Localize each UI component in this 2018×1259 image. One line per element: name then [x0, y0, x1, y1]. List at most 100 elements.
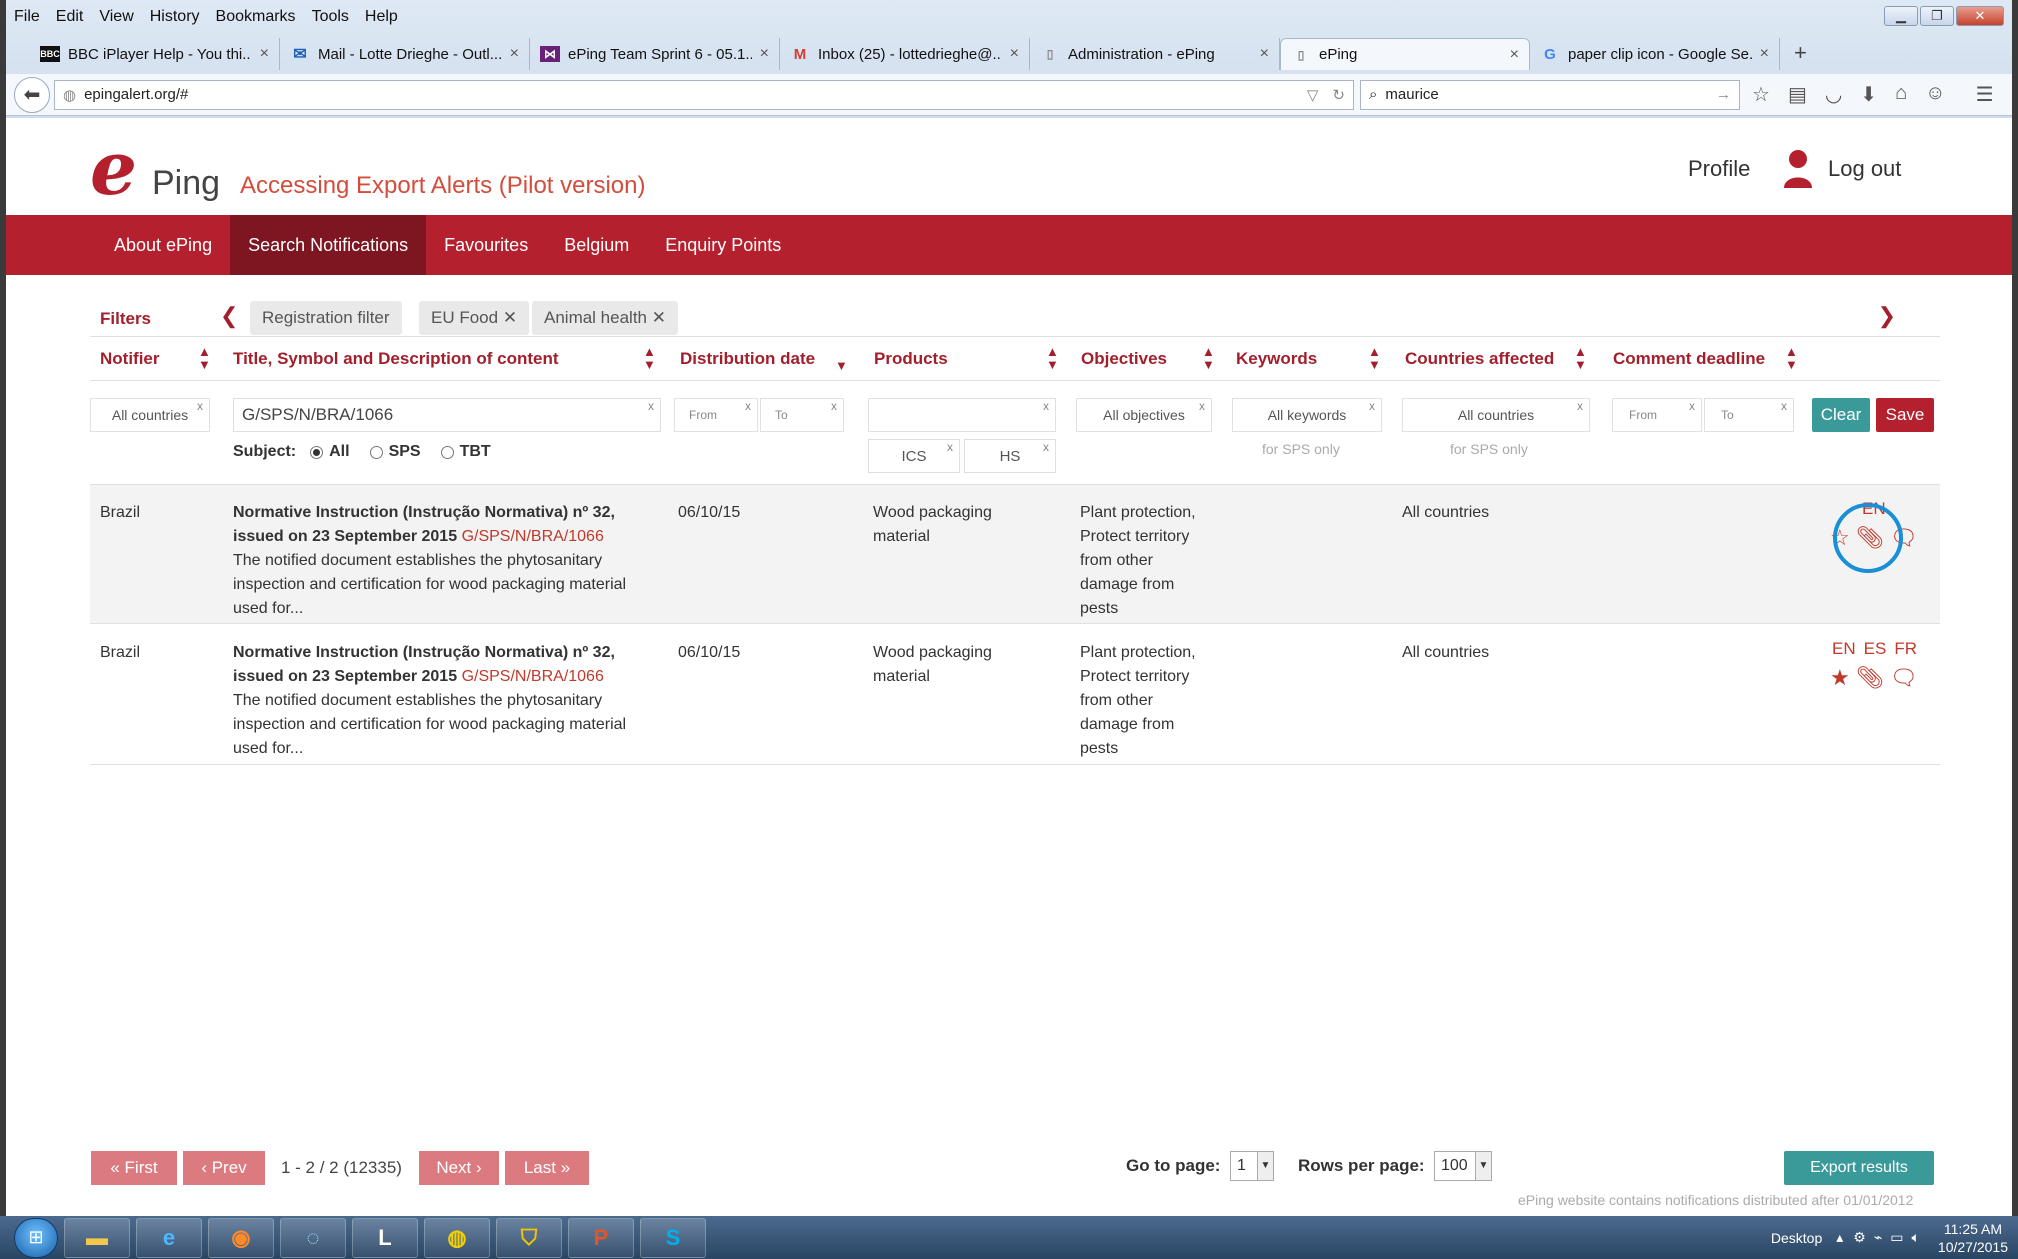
chevron-right-icon[interactable]: ❯ — [1878, 303, 1896, 329]
menu-view[interactable]: View — [99, 8, 133, 26]
keywords-filter[interactable]: All keywords x — [1232, 398, 1382, 432]
filter-chip-eu-food[interactable]: EU Food ✕ — [419, 301, 530, 335]
clear-icon[interactable]: x — [648, 399, 654, 413]
goto-page-select[interactable]: 1 ▼ — [1230, 1151, 1274, 1181]
power-icon[interactable]: ⌁ — [1874, 1229, 1882, 1246]
prev-page-button[interactable]: ‹ Prev — [183, 1151, 265, 1185]
desktop-toolbar[interactable]: Desktop — [1771, 1230, 1822, 1246]
clear-icon[interactable]: x — [1043, 399, 1049, 413]
display-icon[interactable]: ▭ — [1890, 1229, 1903, 1246]
date-from-input[interactable]: From x — [674, 398, 758, 432]
internet-explorer-icon[interactable]: e — [136, 1217, 202, 1258]
volume-icon[interactable]: 🔈︎ — [1912, 1229, 1920, 1246]
chevron-left-icon[interactable]: ❮ — [220, 303, 238, 329]
nav-about[interactable]: About ePing — [96, 215, 230, 275]
clear-icon[interactable]: x — [1369, 399, 1375, 413]
firefox-icon[interactable]: ◉ — [208, 1217, 274, 1258]
comment-icon[interactable]: 🗨︎ — [1890, 665, 1918, 691]
chevron-up-icon[interactable]: ▴ — [1836, 1229, 1843, 1246]
notification-symbol[interactable]: G/SPS/N/BRA/1066 — [462, 668, 604, 685]
security-shield-icon[interactable]: ⛉ — [496, 1217, 562, 1258]
table-row[interactable]: Brazil Normative Instruction (Instrução … — [90, 484, 1940, 624]
favourite-star-filled-icon[interactable]: ★ — [1830, 665, 1850, 691]
col-countries-affected[interactable]: Countries affected — [1405, 349, 1554, 369]
clear-icon[interactable]: x — [1577, 399, 1583, 413]
dropdown-icon[interactable]: ▽ — [1307, 86, 1319, 104]
objectives-filter[interactable]: All objectives x — [1076, 398, 1212, 432]
products-filter[interactable]: x — [868, 398, 1056, 432]
col-notifier[interactable]: Notifier — [100, 349, 160, 369]
sort-icon[interactable]: ▲ ▼ — [1202, 345, 1215, 371]
col-keywords[interactable]: Keywords — [1236, 349, 1317, 369]
logout-link[interactable]: Log out — [1828, 156, 1901, 182]
clear-icon[interactable]: x — [831, 399, 837, 413]
language-fr-link[interactable]: FR — [1894, 639, 1917, 659]
browser-tab-admin[interactable]: ▯ Administration - ePing × — [1030, 38, 1280, 70]
browser-tab-inbox[interactable]: M Inbox (25) - lottedrieghe@... × — [780, 38, 1030, 70]
chat-icon[interactable]: ☺ — [1925, 82, 1945, 107]
nav-belgium[interactable]: Belgium — [546, 215, 647, 275]
sort-desc-icon[interactable]: ▼ — [835, 359, 848, 372]
deadline-to-input[interactable]: To x — [1704, 398, 1794, 432]
first-page-button[interactable]: « First — [91, 1151, 177, 1185]
nav-favourites[interactable]: Favourites — [426, 215, 546, 275]
close-window-button[interactable]: ✕ — [1956, 6, 2004, 26]
subject-tbt-radio[interactable] — [440, 445, 454, 459]
pocket-icon[interactable]: ◡ — [1825, 82, 1842, 107]
start-button[interactable]: ⊞ — [14, 1217, 58, 1258]
notification-symbol[interactable]: G/SPS/N/BRA/1066 — [462, 528, 604, 545]
clear-icon[interactable]: x — [745, 399, 751, 413]
tab-close-icon[interactable]: × — [1510, 46, 1519, 64]
reload-icon[interactable]: ↻ — [1332, 86, 1345, 104]
col-distribution-date[interactable]: Distribution date — [680, 349, 815, 369]
clear-icon[interactable]: x — [947, 440, 953, 454]
browser-tab-google[interactable]: G paper clip icon - Google Se... × — [1530, 38, 1780, 70]
language-en-link[interactable]: EN — [1832, 639, 1856, 659]
sort-icon[interactable]: ▲ ▼ — [643, 345, 656, 371]
sort-icon[interactable]: ▲ ▼ — [1574, 345, 1587, 371]
browser-tab-eping[interactable]: ▯ ePing × — [1280, 38, 1530, 70]
rows-per-page-select[interactable]: 100 ▼ — [1434, 1151, 1492, 1181]
table-row[interactable]: Brazil Normative Instruction (Instrução … — [90, 625, 1940, 765]
remove-chip-icon[interactable]: ✕ — [503, 308, 517, 327]
tab-close-icon[interactable]: × — [510, 45, 519, 63]
nav-enquiry-points[interactable]: Enquiry Points — [647, 215, 799, 275]
clear-button[interactable]: Clear — [1812, 398, 1870, 432]
hs-filter[interactable]: HS x — [964, 439, 1056, 473]
menu-bookmarks[interactable]: Bookmarks — [216, 8, 296, 26]
tab-close-icon[interactable]: × — [1010, 45, 1019, 63]
menu-help[interactable]: Help — [365, 8, 398, 26]
url-bar[interactable]: ◍ epingalert.org/# ▽ ↻ — [54, 79, 1354, 110]
col-objectives[interactable]: Objectives — [1081, 349, 1167, 369]
network-icon[interactable]: ⚙ — [1853, 1229, 1866, 1246]
download-icon[interactable]: ⬇ — [1860, 82, 1877, 107]
filter-chip-animal-health[interactable]: Animal health ✕ — [532, 301, 678, 335]
clear-icon[interactable]: x — [1781, 399, 1787, 413]
restore-button[interactable]: ❐ — [1920, 6, 1954, 26]
powerpoint-icon[interactable]: P — [568, 1217, 634, 1258]
menu-edit[interactable]: Edit — [56, 8, 84, 26]
save-button[interactable]: Save — [1876, 398, 1934, 432]
eping-logo[interactable]: e Ping — [90, 126, 230, 212]
col-products[interactable]: Products — [874, 349, 948, 369]
notifier-filter[interactable]: All countries x — [90, 398, 210, 432]
clear-icon[interactable]: x — [197, 399, 203, 413]
remove-chip-icon[interactable]: ✕ — [652, 308, 666, 327]
tab-close-icon[interactable]: × — [260, 45, 269, 63]
clock[interactable]: 11:25 AM 10/27/2015 — [1938, 1220, 2008, 1256]
file-explorer-icon[interactable]: ▬ — [64, 1217, 130, 1258]
deadline-from-input[interactable]: From x — [1612, 398, 1702, 432]
go-arrow-icon[interactable]: → — [1716, 86, 1731, 103]
browser-tab-mail[interactable]: ✉ Mail - Lotte Drieghe - Outl... × — [280, 38, 530, 70]
subject-sps-radio[interactable] — [369, 445, 383, 459]
last-page-button[interactable]: Last » — [505, 1151, 589, 1185]
title-filter[interactable]: G/SPS/N/BRA/1066 x — [233, 398, 661, 432]
new-tab-button[interactable]: + — [1794, 40, 1807, 66]
paperclip-icon[interactable]: 📎︎ — [1856, 665, 1884, 691]
nav-search-notifications[interactable]: Search Notifications — [230, 215, 427, 275]
sort-icon[interactable]: ▲ ▼ — [1368, 345, 1381, 371]
sort-icon[interactable]: ▲ ▼ — [1046, 345, 1059, 371]
clear-icon[interactable]: x — [1043, 440, 1049, 454]
minimize-button[interactable]: ▁ — [1884, 6, 1918, 26]
ics-filter[interactable]: ICS x — [868, 439, 960, 473]
